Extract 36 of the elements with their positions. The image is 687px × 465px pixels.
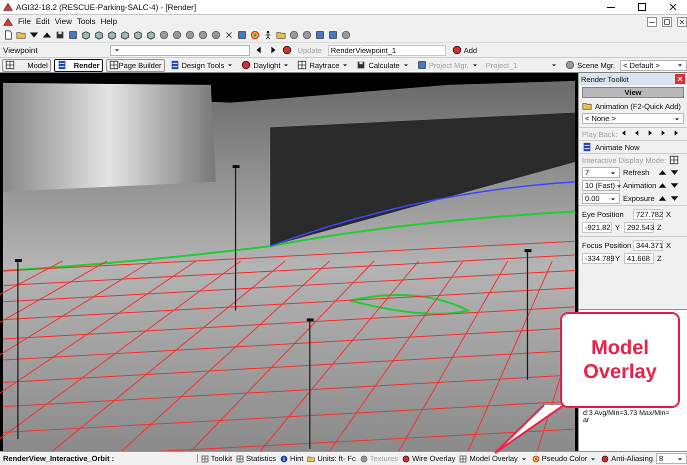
close-icon[interactable]: [677, 16, 687, 26]
close-icon: [676, 75, 684, 83]
tab-icon: [5, 60, 15, 70]
play-icon: [646, 129, 654, 137]
status-icon: [532, 454, 540, 462]
folder-icon[interactable]: [16, 30, 26, 40]
menu-item[interactable]: File: [18, 17, 31, 26]
menu-item[interactable]: View: [54, 17, 72, 26]
viewpoint-label: Viewpoint: [3, 46, 38, 54]
minimize-icon[interactable]: [647, 16, 657, 26]
status-icon: [200, 454, 209, 462]
save-icon[interactable]: [55, 30, 65, 40]
status-icon: [360, 454, 368, 462]
download-icon[interactable]: [29, 30, 39, 40]
tab-icon: [108, 60, 119, 70]
folder-icon[interactable]: [276, 30, 286, 40]
restore-icon[interactable]: [662, 16, 672, 26]
callout-text: Model Overlay: [582, 336, 658, 384]
walking-person-icon[interactable]: [263, 30, 273, 40]
status-icon: [402, 454, 410, 462]
status-icon: [307, 454, 316, 462]
menu-item[interactable]: Tools: [76, 17, 96, 26]
status-icon: [236, 454, 244, 462]
status-icon: [459, 454, 468, 462]
status-icon: [280, 454, 288, 462]
new-file-icon[interactable]: [3, 30, 13, 40]
menu-item[interactable]: Edit: [36, 17, 50, 26]
maximize-icon[interactable]: [636, 1, 648, 13]
panel-close-button[interactable]: [675, 74, 685, 84]
window-title: AGI32-18.2 (RESCUE-Parking-SALC-4) - [Render]: [16, 2, 196, 12]
tab-icon: [56, 60, 67, 70]
close-icon[interactable]: [667, 1, 679, 13]
status-icon: [601, 454, 610, 462]
sphere-icon[interactable]: [341, 30, 351, 40]
menu-item[interactable]: Help: [100, 17, 118, 26]
upload-icon[interactable]: [42, 30, 52, 40]
